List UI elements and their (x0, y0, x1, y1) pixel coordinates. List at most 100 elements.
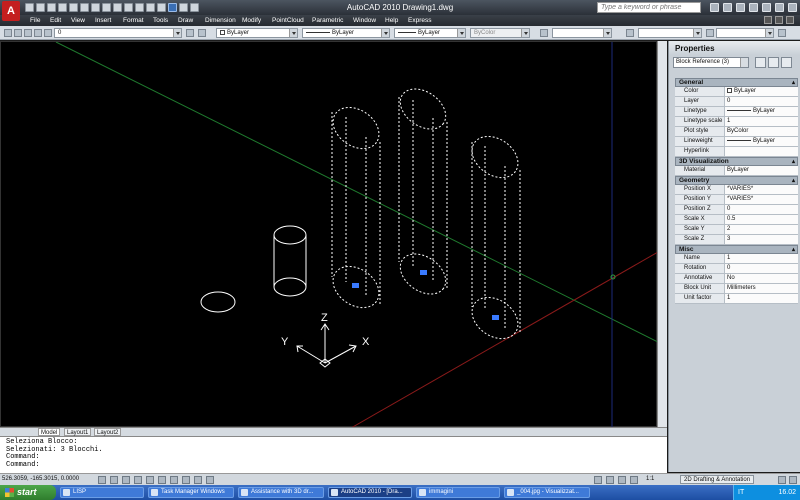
table-style-icon[interactable] (706, 29, 714, 37)
menu-draw[interactable]: Draw (178, 17, 193, 24)
model-space-canvas[interactable]: Z X Y (1, 41, 659, 429)
zoom-icon[interactable] (630, 476, 638, 484)
start-button[interactable]: start (0, 485, 56, 500)
task-image-viewer[interactable]: _004.jpg - Visualizzat... (504, 487, 590, 498)
prop-color[interactable]: Color ByLayer (675, 87, 798, 97)
menu-dimension[interactable]: Dimension (205, 17, 236, 24)
menu-insert[interactable]: Insert (95, 17, 111, 24)
menu-edit[interactable]: Edit (50, 17, 61, 24)
task-immagini[interactable]: immagini (416, 487, 500, 498)
command-prompt[interactable]: Command: (6, 461, 667, 470)
command-line[interactable]: Seleziona Blocco: Selezionati: 3 Blocchi… (0, 436, 667, 473)
polar-tracking-icon[interactable] (134, 476, 142, 484)
layer-properties-icon[interactable] (4, 29, 12, 37)
linetype-dropdown[interactable]: ByLayer (302, 28, 390, 38)
maximize-icon[interactable] (775, 3, 784, 12)
menu-modify[interactable]: Modify (242, 17, 261, 24)
lock-icon[interactable] (778, 476, 786, 484)
section-general[interactable]: General (675, 78, 798, 87)
doc-restore-icon[interactable] (775, 16, 783, 24)
prop-unit-factor[interactable]: Unit factor 1 (675, 294, 798, 304)
block-reference-3[interactable] (464, 128, 526, 347)
tab-model[interactable]: Model (38, 428, 61, 436)
snap-mode-icon[interactable] (98, 476, 106, 484)
prop-lineweight[interactable]: Lineweight ByLayer (675, 137, 798, 147)
section-misc[interactable]: Misc (675, 245, 798, 254)
application-menu-button[interactable]: A (2, 1, 20, 21)
quick-properties-icon[interactable] (206, 476, 214, 484)
sun-icon[interactable] (24, 29, 32, 37)
prop-linetype[interactable]: Linetype ByLayer (675, 107, 798, 117)
object-snap-icon[interactable] (146, 476, 154, 484)
language-indicator[interactable]: IT (738, 489, 744, 496)
menu-window[interactable]: Window (353, 17, 376, 24)
multileader-style-icon[interactable] (778, 29, 786, 37)
layer-dropdown[interactable]: 0 (54, 28, 182, 38)
task-browser[interactable]: Assistance with 3D dr... (238, 487, 324, 498)
menu-help[interactable]: Help (385, 17, 398, 24)
section-3d-visualization[interactable]: 3D Visualization (675, 157, 798, 166)
prop-layer[interactable]: Layer 0 (675, 97, 798, 107)
layer-color-icon[interactable] (44, 29, 52, 37)
prop-scale-y[interactable]: Scale Y2 (675, 225, 798, 235)
ortho-mode-icon[interactable] (122, 476, 130, 484)
menu-pointcloud[interactable]: PointCloud (272, 17, 304, 24)
annotation-scale[interactable]: 1:1 (646, 476, 654, 482)
prop-position-x[interactable]: Position X *VARIES* (675, 185, 798, 195)
prop-scale-z[interactable]: Scale Z3 (675, 235, 798, 245)
toggle-pickadd-icon[interactable] (755, 57, 766, 68)
tab-layout1[interactable]: Layout1 (64, 428, 92, 436)
menu-file[interactable]: File (30, 17, 40, 24)
grip-point-1[interactable] (352, 283, 359, 288)
section-geometry[interactable]: Geometry (675, 176, 798, 185)
prop-block-unit[interactable]: Block Unit Millimeters (675, 284, 798, 294)
lineweight-toggle-icon[interactable] (194, 476, 202, 484)
grip-point-2[interactable] (420, 270, 427, 275)
menu-express[interactable]: Express (408, 17, 431, 24)
clean-screen-icon[interactable] (789, 476, 797, 484)
prop-position-z[interactable]: Position Z0 (675, 205, 798, 215)
prop-linetype-scale[interactable]: Linetype scale 1 (675, 117, 798, 127)
coordinate-readout[interactable]: 526.3059, -165.3015, 0.0000 (2, 476, 79, 482)
clock[interactable]: 16.02 (778, 485, 796, 500)
table-style-dropdown[interactable] (716, 28, 774, 38)
menu-parametric[interactable]: Parametric (312, 17, 343, 24)
doc-close-icon[interactable] (786, 16, 794, 24)
search-icon[interactable] (710, 3, 719, 12)
circle-entity[interactable] (200, 291, 236, 313)
dynamic-input-icon[interactable] (182, 476, 190, 484)
menu-tools[interactable]: Tools (153, 17, 168, 24)
minimize-icon[interactable] (762, 3, 771, 12)
select-objects-icon[interactable] (768, 57, 779, 68)
quick-select-icon[interactable] (781, 57, 792, 68)
text-style-icon[interactable] (540, 29, 548, 37)
task-autocad[interactable]: AutoCAD 2010 - [Dra... (328, 487, 412, 498)
prop-hyperlink[interactable]: Hyperlink (675, 147, 798, 157)
dim-style-icon[interactable] (626, 29, 634, 37)
model-space-icon[interactable] (594, 476, 602, 484)
selection-dropdown[interactable]: Block Reference (3) (673, 57, 749, 68)
cylinder-small[interactable] (273, 225, 307, 297)
dynamic-ucs-icon[interactable] (170, 476, 178, 484)
workspace-switcher[interactable]: 2D Drafting & Annotation (680, 475, 755, 484)
search-input[interactable] (597, 2, 701, 13)
prop-material[interactable]: Material ByLayer (675, 166, 798, 176)
quick-view-layouts-icon[interactable] (606, 476, 614, 484)
block-reference-2[interactable] (393, 81, 453, 303)
dim-style-dropdown[interactable] (638, 28, 702, 38)
menu-view[interactable]: View (71, 17, 85, 24)
text-style-dropdown[interactable] (552, 28, 612, 38)
grid-display-icon[interactable] (110, 476, 118, 484)
prop-position-y[interactable]: Position Y *VARIES* (675, 195, 798, 205)
drawing-area[interactable]: Z X Y (0, 41, 659, 429)
vertical-scrollbar[interactable] (657, 41, 667, 427)
light-bulb-icon[interactable] (14, 29, 22, 37)
menu-format[interactable]: Format (123, 17, 144, 24)
prop-scale-x[interactable]: Scale X 0.5 (675, 215, 798, 225)
doc-minimize-icon[interactable] (764, 16, 772, 24)
task-task-manager[interactable]: Task Manager Windows (148, 487, 234, 498)
color-dropdown[interactable]: ByLayer (216, 28, 298, 38)
close-icon[interactable] (788, 3, 797, 12)
favorites-icon[interactable] (736, 3, 745, 12)
prop-annotative[interactable]: Annotative No (675, 274, 798, 284)
